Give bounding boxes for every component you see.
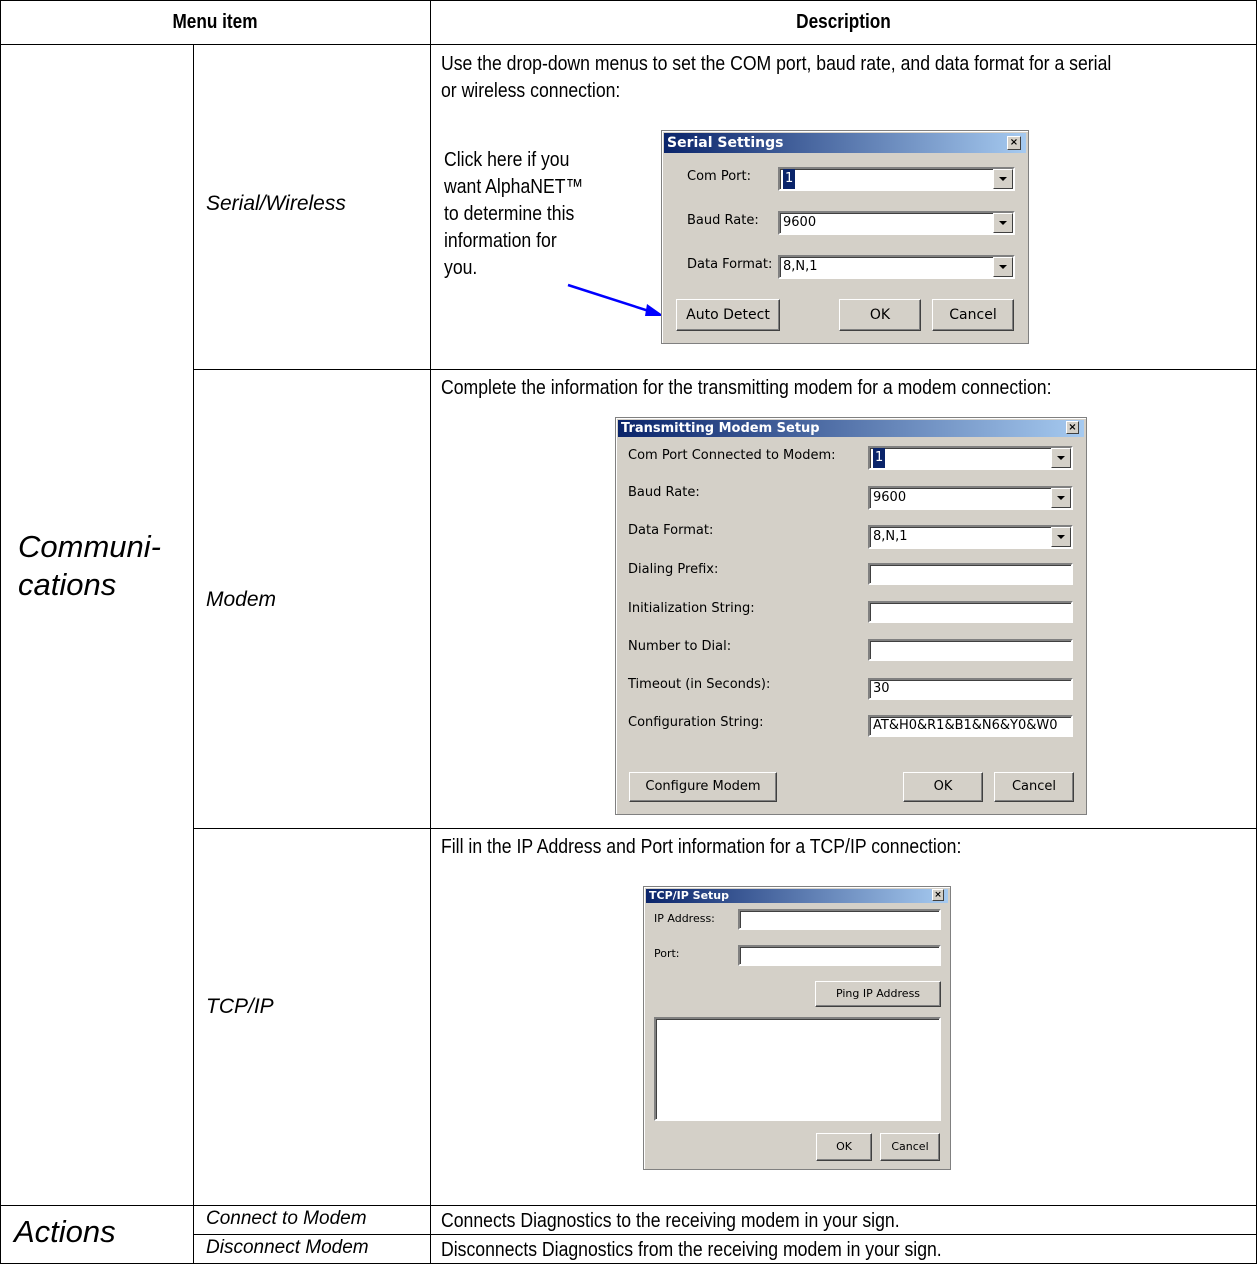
configuration-string-label: Configuration String:	[628, 715, 764, 730]
dialog-title: Serial Settings	[667, 135, 784, 151]
menu-item-tcpip: TCP/IP	[206, 995, 274, 1018]
ip-address-field[interactable]	[738, 909, 941, 930]
data-format-select[interactable]: 8,N,1	[868, 525, 1073, 549]
close-icon[interactable]: ×	[1066, 421, 1079, 434]
menu-item-disconnect-modem: Disconnect Modem	[206, 1237, 369, 1258]
port-label: Port:	[654, 947, 680, 960]
number-to-dial-field[interactable]	[868, 639, 1073, 661]
baud-rate-select[interactable]: 9600	[778, 211, 1015, 235]
com-port-select[interactable]: 1	[868, 446, 1073, 470]
ip-address-label: IP Address:	[654, 912, 715, 925]
transmitting-modem-dialog: Transmitting Modem Setup × Com Port Conn…	[615, 417, 1087, 815]
configure-modem-button[interactable]: Configure Modem	[629, 772, 777, 802]
tcpip-description: Fill in the IP Address and Port informat…	[441, 835, 962, 858]
dialog-title-bar: Serial Settings	[664, 133, 1026, 153]
dialog-title-bar: TCP/IP Setup	[646, 889, 948, 903]
com-port-label: Com Port:	[687, 169, 751, 184]
dialing-prefix-field[interactable]	[868, 563, 1073, 585]
cancel-button[interactable]: Cancel	[880, 1133, 940, 1161]
port-field[interactable]	[738, 945, 941, 966]
dialog-title-bar: Transmitting Modem Setup	[618, 420, 1084, 437]
connect-description: Connects Diagnostics to the receiving mo…	[441, 1209, 900, 1232]
cancel-button[interactable]: Cancel	[994, 772, 1074, 802]
menu-item-connect-to-modem: Connect to Modem	[206, 1208, 367, 1229]
close-icon[interactable]: ×	[1007, 136, 1021, 150]
data-format-label: Data Format:	[628, 523, 714, 538]
dialog-title: TCP/IP Setup	[649, 889, 729, 902]
category-actions: Actions	[14, 1214, 116, 1249]
menu-table: Menu item Description Communi- cations S…	[0, 0, 1257, 1264]
disconnect-description: Disconnects Diagnostics from the receivi…	[441, 1238, 942, 1261]
data-format-select[interactable]: 8,N,1	[778, 255, 1015, 279]
ping-ip-button[interactable]: Ping IP Address	[815, 981, 941, 1007]
tcpip-setup-dialog: TCP/IP Setup × IP Address: Port: Ping IP…	[643, 886, 951, 1170]
auto-detect-button[interactable]: Auto Detect	[676, 299, 780, 331]
initialization-string-label: Initialization String:	[628, 601, 755, 616]
number-to-dial-label: Number to Dial:	[628, 639, 732, 654]
timeout-label: Timeout (in Seconds):	[628, 677, 771, 692]
ok-button[interactable]: OK	[903, 772, 983, 802]
menu-item-modem: Modem	[206, 588, 277, 611]
baud-rate-label: Baud Rate:	[628, 485, 700, 500]
ping-results-box[interactable]	[654, 1017, 941, 1121]
close-icon[interactable]: ×	[932, 889, 944, 901]
configuration-string-field[interactable]: AT&H0&R1&B1&N6&Y0&W0	[868, 715, 1073, 737]
baud-rate-label: Baud Rate:	[687, 213, 759, 228]
cancel-button[interactable]: Cancel	[932, 299, 1014, 331]
baud-rate-select[interactable]: 9600	[868, 486, 1073, 510]
com-port-select[interactable]: 1	[778, 167, 1015, 191]
timeout-field[interactable]: 30	[868, 678, 1073, 700]
ok-button[interactable]: OK	[816, 1133, 872, 1161]
ok-button[interactable]: OK	[839, 299, 921, 331]
dialing-prefix-label: Dialing Prefix:	[628, 562, 719, 577]
data-format-label: Data Format:	[687, 257, 773, 272]
serial-settings-dialog: Serial Settings × Com Port: 1 Baud Rate:…	[661, 130, 1029, 344]
com-port-label: Com Port Connected to Modem:	[628, 448, 836, 463]
modem-description: Complete the information for the transmi…	[441, 376, 1052, 399]
initialization-string-field[interactable]	[868, 601, 1073, 623]
dialog-title: Transmitting Modem Setup	[621, 421, 820, 436]
